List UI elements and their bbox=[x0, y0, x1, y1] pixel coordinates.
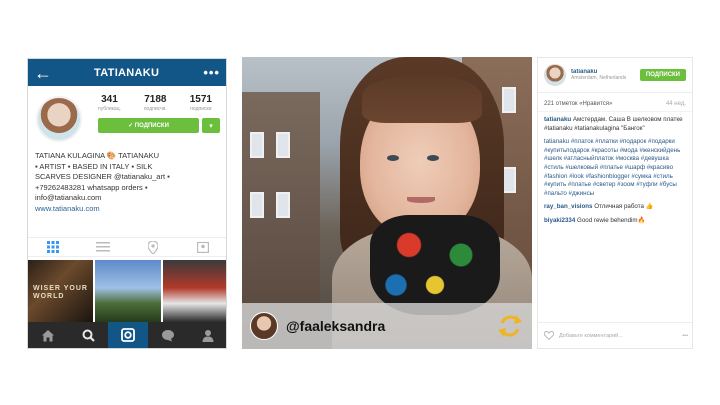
post-thumbnail[interactable] bbox=[95, 260, 161, 322]
featured-photo[interactable]: @faaleksandra bbox=[242, 57, 532, 349]
comment: ray_ban_visions Отличная работа 👍 bbox=[544, 203, 686, 212]
post-location[interactable]: Amsterdam, Netherlands bbox=[571, 75, 640, 81]
post-thumbnail[interactable] bbox=[162, 260, 226, 322]
comments-list: tatianaku Амстердам. Саша В шелковом пла… bbox=[538, 112, 692, 235]
stat-following-count: 1571 bbox=[189, 94, 212, 105]
tagged-photos-icon bbox=[197, 241, 209, 253]
photo-credit-username[interactable]: @faaleksandra bbox=[286, 318, 385, 334]
following-button[interactable]: ПОДПИСКИ bbox=[639, 69, 686, 81]
comment: biyaki2334 Good rewie behendim🔥 bbox=[544, 217, 686, 226]
avatar[interactable] bbox=[250, 312, 278, 340]
more-options-icon[interactable]: ••• bbox=[203, 65, 220, 80]
likes-count[interactable]: 221 отметок «Нравится» bbox=[544, 101, 612, 107]
comment-author[interactable]: ray_ban_visions bbox=[544, 203, 593, 210]
comment-input[interactable]: Добавьте комментарий... bbox=[559, 333, 682, 339]
instagram-profile-screen: ← TATIANAKU ••• 341 публикац. 7188 подпи… bbox=[27, 58, 227, 349]
chevron-down-icon[interactable]: ▾ bbox=[202, 118, 220, 133]
comment-composer: Добавьте комментарий... ••• bbox=[538, 322, 692, 348]
nav-profile[interactable] bbox=[188, 322, 226, 348]
back-arrow-icon[interactable]: ← bbox=[34, 64, 52, 82]
avatar[interactable] bbox=[544, 64, 566, 86]
tab-grid[interactable] bbox=[28, 238, 78, 256]
heart-icon[interactable] bbox=[544, 331, 554, 340]
stat-following-label: подписки bbox=[190, 106, 212, 112]
avatar[interactable] bbox=[36, 96, 82, 142]
tab-list[interactable] bbox=[78, 238, 128, 256]
post-details-panel: tatianaku Amsterdam, Netherlands ПОДПИСК… bbox=[537, 57, 693, 349]
tab-tagged[interactable] bbox=[178, 238, 226, 256]
photo-credit-bar: @faaleksandra bbox=[242, 303, 532, 349]
comment-author[interactable]: biyaki2334 bbox=[544, 217, 575, 224]
search-icon bbox=[82, 329, 95, 342]
bio-line: TATIANA KULAGINA 🎨 TATIANAKU bbox=[35, 151, 160, 160]
home-icon bbox=[42, 329, 54, 341]
following-button[interactable]: ✓ ПОДПИСКИ bbox=[98, 118, 199, 133]
profile-header: ← TATIANAKU ••• bbox=[28, 59, 226, 86]
likes-row: 221 отметок «Нравится» 44 нед. bbox=[538, 93, 692, 112]
stat-posts-count: 341 bbox=[101, 94, 118, 105]
nav-search[interactable] bbox=[68, 322, 108, 348]
website-link[interactable]: www.tatianaku.com bbox=[35, 204, 225, 215]
post-thumbnail[interactable]: WISER YOUR WORLD bbox=[28, 260, 94, 322]
profile-bio: TATIANA KULAGINA 🎨 TATIANAKU ▪ ARTIST ▪ … bbox=[35, 151, 225, 214]
posts-grid: WISER YOUR WORLD bbox=[28, 260, 226, 322]
profile-stats: 341 публикац. 7188 подписчи. 1571 подпис… bbox=[98, 94, 220, 112]
list-icon bbox=[96, 242, 110, 252]
nav-camera[interactable] bbox=[108, 322, 148, 348]
bio-line: ▪ ARTIST ▪ BASED IN ITALY ▪ SILK bbox=[35, 161, 153, 171]
comment-text: Good rewie behendim🔥 bbox=[577, 216, 646, 224]
hashtags-comment[interactable]: tatianaku #платок #платки #подарок #пода… bbox=[544, 138, 686, 198]
silk-scarf bbox=[370, 215, 500, 315]
stat-followers-count: 7188 bbox=[144, 94, 167, 105]
more-options-icon[interactable]: ••• bbox=[682, 333, 688, 339]
stat-followers[interactable]: 7188 подписчи. bbox=[144, 94, 167, 112]
bio-line: SCARVES DESIGNER @tatianaku_art ▪ bbox=[35, 172, 170, 181]
location-pin-icon bbox=[148, 240, 158, 254]
chat-bubble-icon bbox=[162, 329, 174, 341]
user-icon bbox=[202, 329, 214, 342]
bio-line: info@tatianaku.com bbox=[35, 193, 102, 202]
post-age: 44 нед. bbox=[665, 101, 686, 107]
stat-posts-label: публикац. bbox=[98, 106, 121, 112]
bio-line: +79262483281 whatsapp orders ▪ bbox=[35, 182, 148, 192]
nav-home[interactable] bbox=[28, 322, 68, 348]
stat-posts[interactable]: 341 публикац. bbox=[98, 94, 121, 112]
collage-stage: ← TATIANAKU ••• 341 публикац. 7188 подпи… bbox=[0, 0, 720, 405]
caption: tatianaku Амстердам. Саша В шелковом пла… bbox=[544, 116, 686, 133]
grid-icon bbox=[47, 241, 59, 253]
comment-text: Отличная работа 👍 bbox=[594, 203, 654, 211]
nav-activity[interactable] bbox=[148, 322, 188, 348]
camera-icon bbox=[121, 328, 135, 342]
stat-following[interactable]: 1571 подписки bbox=[190, 94, 212, 112]
comment-author[interactable]: tatianaku bbox=[544, 116, 571, 123]
building-left bbox=[242, 92, 320, 312]
repost-icon[interactable] bbox=[496, 312, 524, 340]
profile-username-title: TATIANAKU bbox=[94, 66, 160, 79]
stat-followers-label: подписчи. bbox=[143, 106, 167, 112]
bottom-navigation bbox=[28, 322, 226, 348]
tab-map[interactable] bbox=[128, 238, 178, 256]
post-header: tatianaku Amsterdam, Netherlands ПОДПИСК… bbox=[538, 58, 692, 93]
profile-view-tabs bbox=[28, 237, 226, 257]
hair-fringe bbox=[362, 75, 482, 123]
post-thumbnail-text: WISER YOUR WORLD bbox=[33, 285, 88, 300]
eye bbox=[387, 155, 399, 161]
mouth bbox=[407, 197, 435, 203]
eye bbox=[427, 155, 439, 161]
